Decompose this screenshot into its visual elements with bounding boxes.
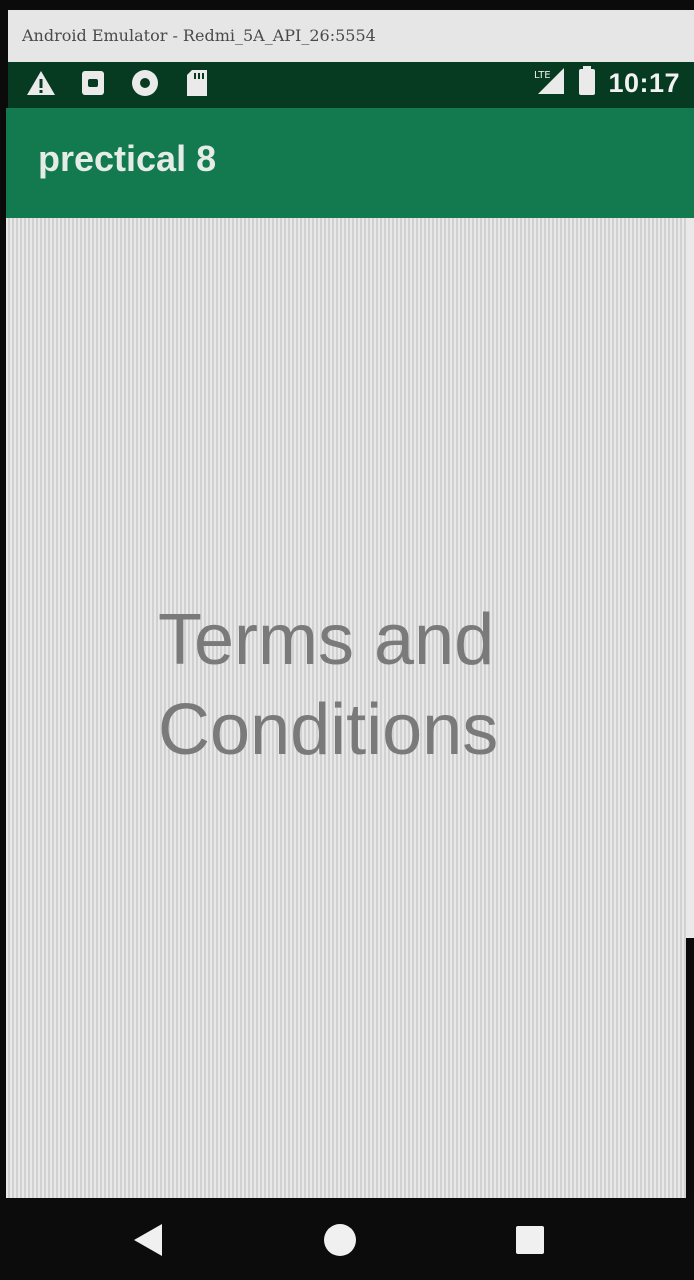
- status-clock: 10:17: [608, 68, 680, 98]
- home-button[interactable]: [320, 1222, 360, 1262]
- app-title: prectical 8: [38, 138, 217, 179]
- status-bar: LTE 10:17: [8, 62, 694, 108]
- circle-notification-icon: [130, 68, 160, 98]
- back-icon: [132, 1222, 164, 1263]
- status-system-icons: LTE 10:17: [532, 66, 680, 101]
- emulator-frame: Android Emulator - Redmi_5A_API_26:5554 …: [0, 0, 694, 1280]
- svg-text:LTE: LTE: [534, 70, 551, 81]
- battery-icon: [578, 66, 596, 101]
- app-toolbar: prectical 8: [6, 108, 694, 218]
- status-notification-icons: [26, 68, 212, 98]
- recent-apps-button[interactable]: [510, 1222, 550, 1262]
- terms-and-conditions-text: Terms and Conditions: [158, 600, 499, 770]
- warning-icon: [26, 68, 56, 98]
- navigation-bar: [0, 1198, 694, 1280]
- home-icon: [323, 1223, 357, 1262]
- recent-apps-icon: [515, 1225, 545, 1260]
- emulator-window-title: Android Emulator - Redmi_5A_API_26:5554: [8, 10, 694, 62]
- android-notification-icon: [78, 68, 108, 98]
- back-button[interactable]: [128, 1222, 168, 1262]
- sd-card-icon: [182, 68, 212, 98]
- content-edge: [686, 218, 694, 938]
- signal-icon: LTE: [532, 66, 566, 101]
